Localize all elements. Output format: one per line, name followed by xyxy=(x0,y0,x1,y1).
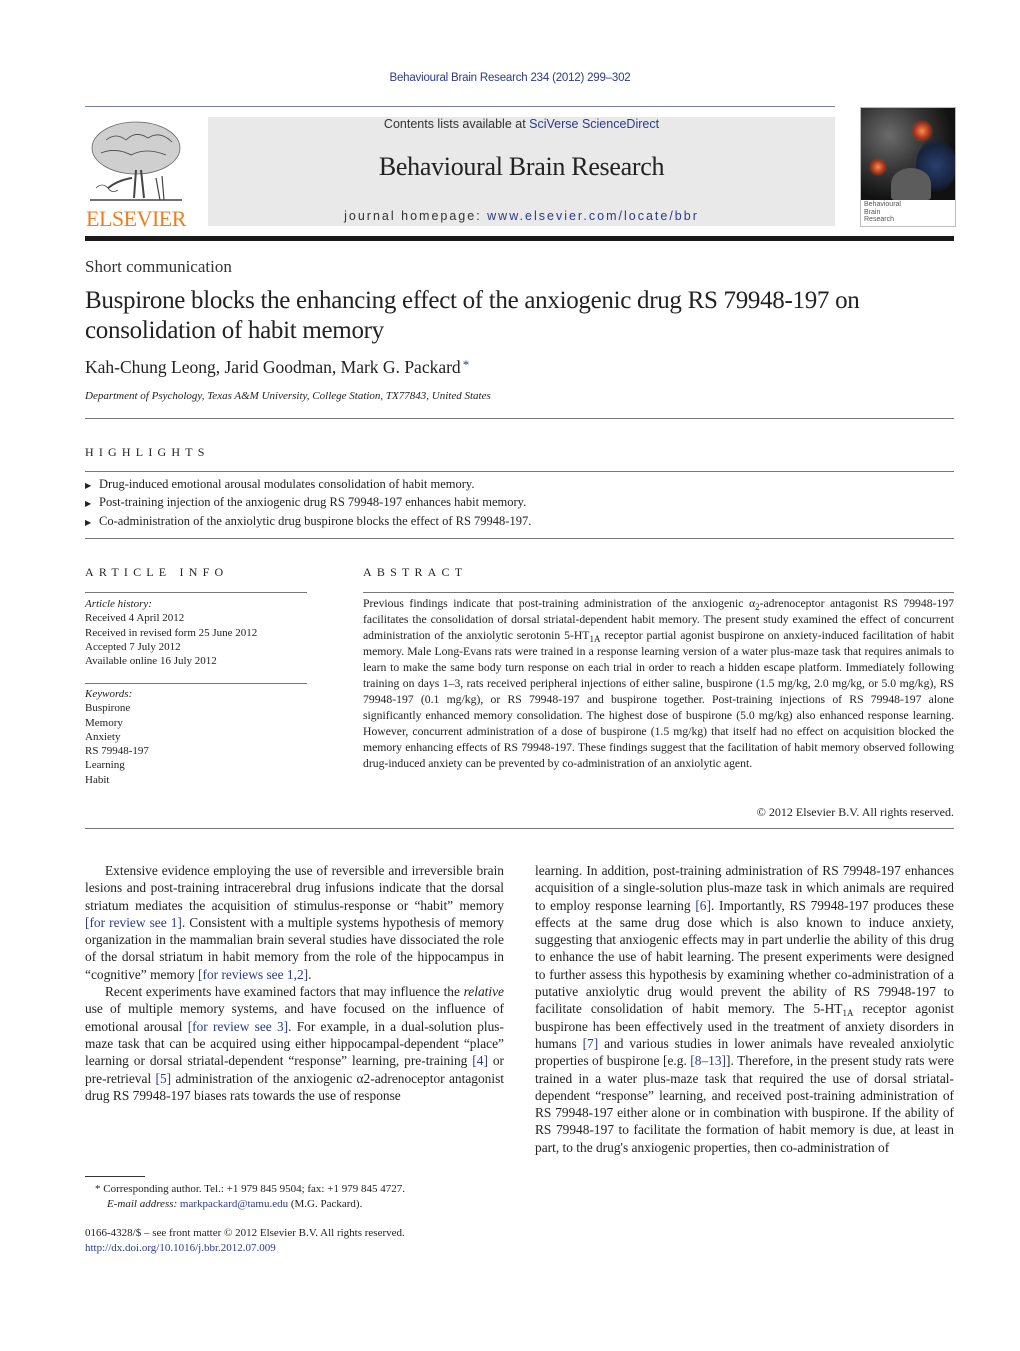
journal-citation[interactable]: Behavioural Brain Research 234 (2012) 29… xyxy=(0,72,1020,84)
divider xyxy=(85,592,307,593)
history-online: Available online 16 July 2012 xyxy=(85,655,217,668)
header-rule xyxy=(85,106,835,107)
divider xyxy=(85,683,307,684)
text: Extensive evidence employing the use of … xyxy=(85,863,504,913)
author-email-link[interactable]: markpackard@tamu.edu xyxy=(180,1198,288,1210)
reference-link[interactable]: [7] xyxy=(583,1036,599,1051)
keyword: Anxiety xyxy=(85,730,121,743)
journal-cover-image[interactable]: Behavioural Brain Research xyxy=(860,107,956,227)
reference-link[interactable]: [4] xyxy=(472,1053,488,1068)
abstract-text: Previous findings indicate that post-tra… xyxy=(363,596,954,772)
reference-link[interactable]: [8–13] xyxy=(690,1053,726,1068)
keyword: Habit xyxy=(85,773,110,786)
subscript: 1A xyxy=(589,634,601,644)
header-thick-rule xyxy=(85,236,954,241)
cover-neuron-glow xyxy=(911,120,933,142)
article-info-heading: ARTICLE INFO xyxy=(85,565,229,579)
highlight-item: ▶ Co-administration of the anxiolytic dru… xyxy=(85,513,954,531)
sciencedirect-link[interactable]: SciVerse ScienceDirect xyxy=(529,117,659,131)
journal-title: Behavioural Brain Research xyxy=(378,152,665,181)
body-column-right: learning. In addition, post-training adm… xyxy=(535,862,954,1156)
highlight-item: ▶ Drug-induced emotional arousal modulate… xyxy=(85,476,954,494)
email-suffix: (M.G. Packard). xyxy=(288,1197,363,1210)
divider xyxy=(363,592,954,593)
reference-link[interactable]: [6] xyxy=(695,898,711,913)
footnote-line: * Corresponding author. Tel.: +1 979 845… xyxy=(95,1182,515,1197)
highlights-heading: HIGHLIGHTS xyxy=(85,445,210,459)
body-paragraph: Extensive evidence employing the use of … xyxy=(85,862,504,983)
abstract-copyright: © 2012 Elsevier B.V. All rights reserved… xyxy=(756,805,954,819)
divider xyxy=(85,538,954,539)
body-column-left: Extensive evidence employing the use of … xyxy=(85,862,504,1104)
journal-homepage: journal homepage: www.elsevier.com/locat… xyxy=(208,209,835,223)
history-received: Received 4 April 2012 xyxy=(85,612,185,625)
text: . xyxy=(308,966,312,982)
cover-rat xyxy=(891,168,931,200)
keywords-label: Keywords: xyxy=(85,688,133,700)
highlight-text: Post-training injection of the anxiogeni… xyxy=(99,495,527,510)
article-title: Buspirone blocks the enhancing effect of… xyxy=(85,287,860,344)
keyword: Buspirone xyxy=(85,702,131,715)
history-label: Article history: xyxy=(85,598,152,610)
highlight-item: ▶ Post-training injection of the anxiogen… xyxy=(85,494,954,512)
corresponding-author-footnote: * Corresponding author. Tel.: +1 979 845… xyxy=(95,1182,515,1211)
keyword: Learning xyxy=(85,759,125,772)
keywords: Keywords: Buspirone Memory Anxiety RS 79… xyxy=(85,687,315,787)
reference-link[interactable]: [for review see 1] xyxy=(85,915,182,930)
doi-link[interactable]: http://dx.doi.org/10.1016/j.bbr.2012.07.… xyxy=(85,1242,276,1254)
authors[interactable]: Kah-Chung Leong, Jarid Goodman, Mark G. … xyxy=(85,357,461,377)
text: . Importantly, RS 79948-197 produces the… xyxy=(535,897,954,1017)
history-revised: Received in revised form 25 June 2012 xyxy=(85,626,258,639)
bullet-triangle-icon: ▶ xyxy=(85,481,92,490)
elsevier-wordmark: ELSEVIER xyxy=(86,206,186,231)
cover-title-line: Behavioural xyxy=(864,201,901,208)
contents-availability: Contents lists available at SciVerse Sci… xyxy=(208,117,835,131)
author-list: Kah-Chung Leong, Jarid Goodman, Mark G. … xyxy=(85,357,469,378)
bullet-triangle-icon: ▶ xyxy=(85,499,92,509)
bullet-triangle-icon: ▶ xyxy=(85,517,92,527)
issn-block: 0166-4328/$ – see front matter © 2012 El… xyxy=(85,1226,515,1255)
cover-title: Behavioural Brain Research xyxy=(864,201,952,224)
highlight-text: Co-administration of the anxiolytic drug… xyxy=(99,513,532,528)
corresponding-author-marker[interactable]: * xyxy=(463,357,470,372)
elsevier-logo[interactable]: ELSEVIER xyxy=(84,118,188,231)
footnote-rule xyxy=(85,1176,145,1177)
keyword: Memory xyxy=(85,716,123,729)
email-label: E-mail address: xyxy=(107,1197,178,1210)
cover-title-line: Research xyxy=(864,216,894,223)
homepage-prefix: journal homepage: xyxy=(344,209,488,223)
contents-prefix: Contents lists available at xyxy=(383,117,530,131)
cover-neuron-glow xyxy=(869,158,887,176)
footnote-marker: * xyxy=(95,1183,101,1195)
footnote-email-line: E-mail address: markpackard@tamu.edu (M.… xyxy=(95,1197,515,1212)
elsevier-tree-icon xyxy=(90,121,182,201)
homepage-link[interactable]: www.elsevier.com/locate/bbr xyxy=(487,209,699,223)
body-paragraph: Recent experiments have examined factors… xyxy=(85,983,504,1104)
reference-link[interactable]: [for reviews see 1,2] xyxy=(198,967,308,982)
abstract-segment: receptor partial agonist buspirone on an… xyxy=(363,629,954,770)
text: Recent experiments have examined factors… xyxy=(105,984,464,1000)
highlight-text: Drug-induced emotional arousal modulates… xyxy=(99,477,475,491)
divider xyxy=(85,828,954,829)
reference-link[interactable]: [for review see 3] xyxy=(188,1019,288,1034)
cover-title-line: Brain xyxy=(864,208,881,216)
article-history: Article history: Received 4 April 2012 R… xyxy=(85,597,315,668)
emphasis: relative xyxy=(463,984,504,1000)
divider xyxy=(85,471,954,472)
body-paragraph: learning. In addition, post-training adm… xyxy=(535,862,954,1156)
article-type: Short communication xyxy=(85,257,232,276)
reference-link[interactable]: [5] xyxy=(156,1071,172,1086)
text: ]. Therefore, in the present study rats … xyxy=(535,1053,954,1155)
footnote-text: Corresponding author. Tel.: +1 979 845 9… xyxy=(103,1183,405,1195)
front-matter-line: 0166-4328/$ – see front matter © 2012 El… xyxy=(85,1227,405,1239)
subscript: 1A xyxy=(842,1008,854,1019)
abstract-segment: Previous findings indicate that post-tra… xyxy=(363,597,756,610)
divider xyxy=(85,418,954,419)
abstract-heading: ABSTRACT xyxy=(363,565,468,579)
affiliation: Department of Psychology, Texas A&M Univ… xyxy=(85,390,491,402)
keyword: RS 79948-197 xyxy=(85,745,149,758)
history-accepted: Accepted 7 July 2012 xyxy=(85,640,181,653)
highlights-list: ▶ Drug-induced emotional arousal modulate… xyxy=(85,476,954,531)
